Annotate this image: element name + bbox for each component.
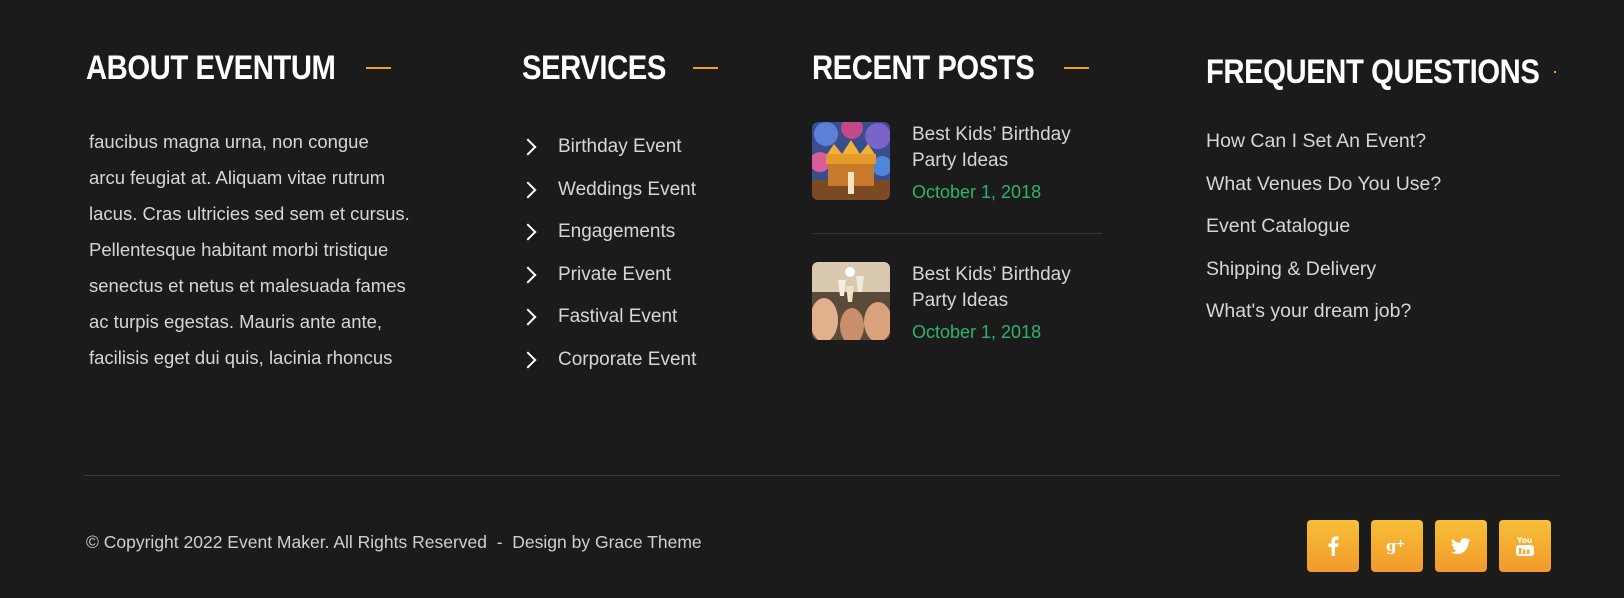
post-body: Best Kids’ Birthday Party Ideas October … <box>912 262 1102 343</box>
service-link-corporate[interactable]: Corporate Event <box>519 339 762 382</box>
service-label: Engagements <box>558 221 676 243</box>
chevron-right-icon <box>519 308 537 326</box>
facebook-icon <box>1328 536 1339 556</box>
recent-post-item[interactable]: Best Kids’ Birthday Party Ideas October … <box>812 233 1102 343</box>
service-label: Fastival Event <box>558 306 678 328</box>
service-label: Corporate Event <box>558 348 697 370</box>
youtube-button[interactable]: You <box>1499 520 1551 572</box>
svg-text:You: You <box>1516 536 1532 545</box>
about-text: faucibus magna urna, non congue arcu feu… <box>86 124 426 376</box>
faq-link[interactable]: How Can I Set An Event? <box>1206 128 1556 171</box>
service-link-private[interactable]: Private Event <box>519 254 762 297</box>
recent-posts-heading-text: RECENT POSTS <box>812 48 1035 87</box>
about-text-line: facilisis eget dui quis, lacinia rhoncus <box>89 347 393 368</box>
svg-text:+: + <box>1396 537 1405 550</box>
services-column: SERVICES Birthday Event Weddings Event E… <box>519 48 762 382</box>
faq-heading: FREQUENT QUESTIONS <box>1206 52 1556 92</box>
service-link-fastival[interactable]: Fastival Event <box>519 296 762 339</box>
chevron-right-icon <box>519 223 537 241</box>
chevron-right-icon <box>519 351 537 369</box>
heading-accent-line <box>1064 67 1090 69</box>
faq-link[interactable]: What's your dream job? <box>1206 298 1556 341</box>
twitter-button[interactable] <box>1435 520 1487 572</box>
google-plus-icon: g + <box>1386 537 1405 555</box>
services-list: Birthday Event Weddings Event Engagement… <box>519 126 762 382</box>
faq-link[interactable]: Shipping & Delivery <box>1206 256 1556 299</box>
faq-link[interactable]: What Venues Do You Use? <box>1206 171 1556 214</box>
twitter-icon <box>1451 538 1471 554</box>
recent-posts-heading: RECENT POSTS <box>812 48 1102 88</box>
google-plus-button[interactable]: g + <box>1371 520 1423 572</box>
post-title-link[interactable]: Best Kids’ Birthday Party Ideas <box>912 262 1102 314</box>
recent-posts-list: Best Kids’ Birthday Party Ideas October … <box>812 122 1102 343</box>
heading-accent-line <box>693 67 719 69</box>
about-text-line: lacus. Cras ultricies sed sem et cursus. <box>89 203 410 224</box>
about-text-line: senectus et netus et malesuada fames <box>89 275 406 296</box>
youtube-icon: You <box>1516 536 1534 556</box>
services-heading-text: SERVICES <box>522 48 666 87</box>
post-thumbnail-cake[interactable] <box>812 122 890 200</box>
faq-column: FREQUENT QUESTIONS How Can I Set An Even… <box>1206 48 1556 341</box>
recent-posts-column: RECENT POSTS Best Kids’ Birthday Party I… <box>812 48 1102 343</box>
about-text-line: faucibus magna urna, non congue <box>89 131 369 152</box>
post-date: October 1, 2018 <box>912 182 1042 202</box>
chevron-right-icon <box>519 138 537 156</box>
service-label: Weddings Event <box>558 178 697 200</box>
post-date: October 1, 2018 <box>912 322 1042 342</box>
service-link-engagements[interactable]: Engagements <box>519 211 762 254</box>
about-text-line: ac turpis egestas. Mauris ante ante, <box>89 311 383 332</box>
service-link-weddings[interactable]: Weddings Event <box>519 169 762 212</box>
service-label: Birthday Event <box>558 136 682 158</box>
faq-link[interactable]: Event Catalogue <box>1206 213 1556 256</box>
post-thumbnail-toast[interactable] <box>812 262 890 340</box>
recent-post-item[interactable]: Best Kids’ Birthday Party Ideas October … <box>812 122 1102 203</box>
about-column: ABOUT EVENTUM faucibus magna urna, non c… <box>86 48 426 376</box>
services-heading: SERVICES <box>522 48 762 88</box>
service-label: Private Event <box>558 263 671 285</box>
post-body: Best Kids’ Birthday Party Ideas October … <box>912 122 1102 203</box>
facebook-button[interactable] <box>1307 520 1359 572</box>
chevron-right-icon <box>519 266 537 284</box>
social-links: g + You <box>1307 520 1551 572</box>
about-text-line: Pellentesque habitant morbi tristique <box>89 239 389 260</box>
copyright-text: © Copyright 2022 Event Maker. All Rights… <box>86 532 702 552</box>
about-heading: ABOUT EVENTUM <box>86 48 426 88</box>
faq-heading-text: FREQUENT QUESTIONS <box>1206 52 1540 91</box>
about-heading-text: ABOUT EVENTUM <box>86 48 336 87</box>
heading-accent-line <box>366 67 392 69</box>
post-title-link[interactable]: Best Kids’ Birthday Party Ideas <box>912 122 1102 174</box>
site-footer: ABOUT EVENTUM faucibus magna urna, non c… <box>0 0 1624 598</box>
about-text-line: arcu feugiat at. Aliquam vitae rutrum <box>89 167 386 188</box>
chevron-right-icon <box>519 181 537 199</box>
faq-list: How Can I Set An Event? What Venues Do Y… <box>1206 128 1556 341</box>
heading-accent-line <box>1553 71 1556 73</box>
service-link-birthday[interactable]: Birthday Event <box>519 126 762 169</box>
footer-divider <box>84 475 1560 476</box>
